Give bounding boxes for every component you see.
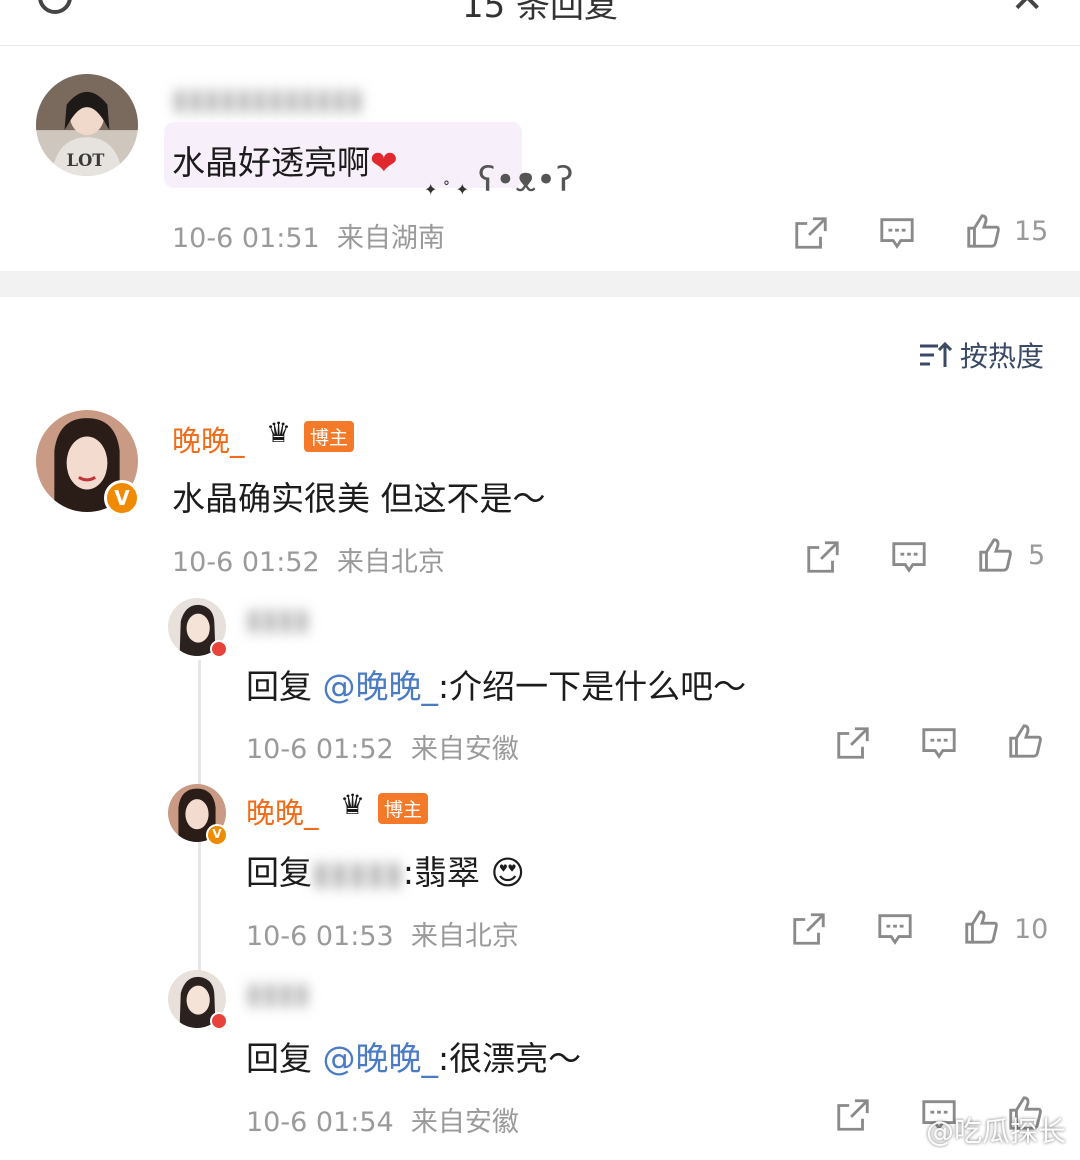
top-bar: 15 条回复 ✕ (0, 0, 1080, 46)
member-badge-icon (210, 640, 228, 658)
like-count: 5 (1028, 540, 1046, 571)
like-count: 15 (1014, 216, 1049, 247)
like-icon[interactable] (1006, 722, 1044, 760)
sort-label: 按热度 (959, 340, 1044, 373)
like-count: 10 (1014, 914, 1049, 945)
mention-link[interactable]: @晚晚_ (323, 1039, 439, 1078)
member-badge-icon (210, 1012, 228, 1030)
username[interactable]: 晚晚_ (246, 790, 319, 832)
blogger-tag: 博主 (304, 421, 355, 452)
svg-text:LOT: LOT (67, 151, 105, 170)
section-divider (0, 271, 1080, 297)
comment-icon[interactable] (876, 910, 914, 948)
comment-icon[interactable] (920, 724, 958, 762)
share-icon[interactable] (804, 538, 842, 576)
sub-reply-meta: 10-6 01:54 来自安徽 (246, 1107, 519, 1138)
comment-meta: 10-6 01:51 来自湖南 (172, 223, 445, 254)
avatar[interactable]: LOT (36, 74, 138, 176)
username[interactable]: 晚晚_ (172, 418, 245, 460)
sub-reply-text: 回复 @晚晚_:很漂亮～ (246, 1039, 582, 1078)
sub-reply-meta: 10-6 01:52 来自安徽 (246, 734, 519, 765)
page-title: 15 条回复 (461, 0, 619, 26)
heart-icon: ❤ (370, 143, 398, 182)
share-icon[interactable] (792, 214, 830, 252)
blogger-tag: 博主 (378, 793, 429, 824)
comment-text: 水晶好透亮啊❤ (172, 143, 398, 182)
like-icon[interactable] (962, 908, 1000, 946)
watermark: @吃瓜探长 (925, 1115, 1066, 1148)
like-icon[interactable] (964, 212, 1002, 250)
crown-icon: ♛ (266, 416, 292, 449)
share-icon[interactable] (834, 1096, 872, 1134)
comment-icon[interactable] (890, 538, 928, 576)
blurred-username[interactable]: ▮▮▮▮▮▮▮▮▮▮▮▮ (172, 82, 364, 116)
reply-meta: 10-6 01:52 来自北京 (172, 547, 445, 578)
sub-reply-meta: 10-6 01:53 来自北京 (246, 921, 519, 952)
sub-reply-text: 回复▮▮▮▮▮:翡翠 😍 (246, 853, 525, 892)
like-icon[interactable] (976, 536, 1014, 574)
comment-icon[interactable] (878, 214, 916, 252)
bear-sticker-icon: ʕ•ᴥ•ʔ (478, 160, 574, 200)
blurred-username[interactable]: ▮▮▮▮ (246, 602, 310, 636)
crown-icon: ♛ (340, 788, 366, 821)
reply-text: 水晶确实很美 但这不是～ (172, 479, 546, 518)
mention-link[interactable]: @晚晚_ (323, 667, 439, 706)
sort-toggle[interactable]: 按热度 (918, 335, 1044, 375)
sub-reply-text: 回复 @晚晚_:介绍一下是什么吧～ (246, 667, 747, 706)
share-icon[interactable] (790, 910, 828, 948)
blurred-username[interactable]: ▮▮▮▮ (246, 976, 310, 1010)
sparkle-icon: ✦ ˚ ✦ (424, 180, 469, 199)
sort-icon (919, 341, 952, 367)
verified-badge-icon: V (104, 480, 140, 516)
emoji-icon: 😍 (490, 853, 525, 892)
verified-badge-icon: V (206, 824, 228, 846)
close-icon[interactable]: ✕ (1010, 0, 1044, 22)
share-icon[interactable] (834, 724, 872, 762)
